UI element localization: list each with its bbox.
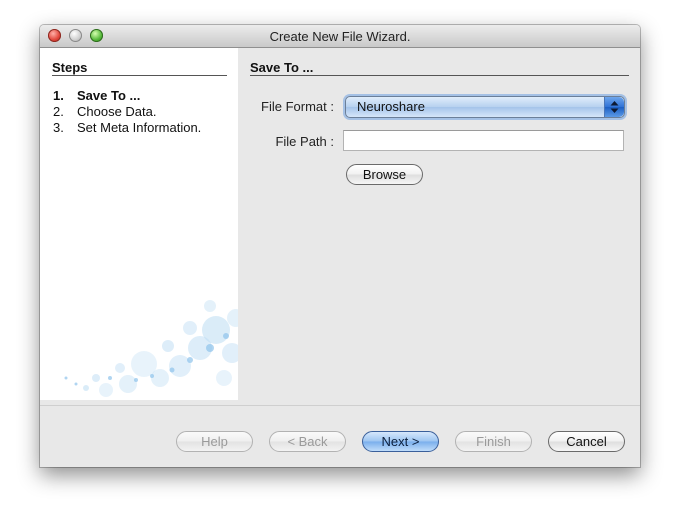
step-item-set-meta-information: 3. Set Meta Information. <box>53 120 201 135</box>
file-path-label: File Path : <box>275 134 334 149</box>
window-title: Create New File Wizard. <box>269 29 411 44</box>
file-format-label: File Format : <box>261 99 334 114</box>
panel-heading: Save To ... <box>250 60 314 75</box>
step-label: Save To ... <box>77 88 141 103</box>
step-number: 1. <box>53 88 64 103</box>
step-label: Set Meta Information. <box>77 120 202 135</box>
step-number: 2. <box>53 104 64 119</box>
footer-divider <box>40 405 640 406</box>
steps-divider <box>52 75 227 76</box>
back-button[interactable]: < Back <box>269 431 346 452</box>
wizard-window: Create New File Wizard. Steps 1. Save To… <box>40 25 640 467</box>
finish-button[interactable]: Finish <box>455 431 532 452</box>
cancel-button[interactable]: Cancel <box>548 431 625 452</box>
up-down-arrows-icon[interactable] <box>604 97 624 117</box>
step-label: Choose Data. <box>77 104 157 119</box>
steps-heading: Steps <box>52 60 88 75</box>
step-item-choose-data: 2. Choose Data. <box>53 104 157 119</box>
next-button[interactable]: Next > <box>362 431 439 452</box>
step-item-save-to: 1. Save To ... <box>53 88 140 103</box>
browse-button[interactable]: Browse <box>346 164 423 185</box>
title-bar[interactable]: Create New File Wizard. <box>40 25 640 48</box>
file-format-value: Neuroshare <box>357 99 425 114</box>
panel-divider <box>250 75 629 76</box>
file-path-input[interactable] <box>343 130 624 151</box>
step-number: 3. <box>53 120 64 135</box>
file-format-select[interactable]: Neuroshare <box>345 96 625 118</box>
help-button[interactable]: Help <box>176 431 253 452</box>
